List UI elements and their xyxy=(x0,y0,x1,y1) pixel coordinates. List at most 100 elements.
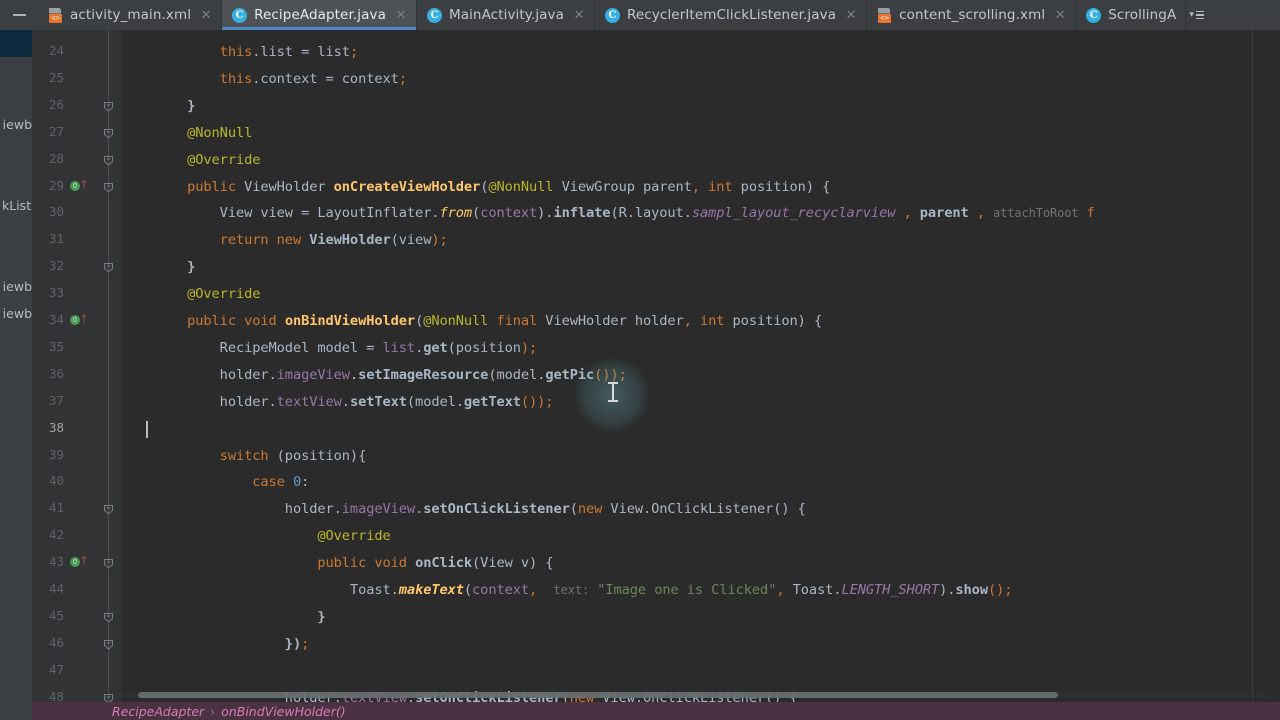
code-token: ViewHolder xyxy=(244,178,326,195)
code-token: new xyxy=(276,232,302,249)
code-fold-marker-41[interactable] xyxy=(102,503,115,516)
editor-tab-recipeadapter-java[interactable]: C RecipeAdapter.java ✕ xyxy=(222,0,417,30)
editor-tab-recycleritemclicklistener-java[interactable]: C RecyclerItemClickListener.java ✕ xyxy=(595,0,868,30)
collapse-panel-button[interactable] xyxy=(0,0,38,30)
line-number-47: 47 xyxy=(48,661,64,677)
tab-label: ScrollingA xyxy=(1108,7,1177,23)
code-token: ViewGroup parent xyxy=(553,178,692,195)
code-token: ; xyxy=(398,70,407,87)
code-fold-marker-32[interactable] xyxy=(102,261,115,274)
code-fold-marker-45[interactable] xyxy=(102,611,115,624)
code-token: }) xyxy=(122,635,302,652)
code-token: position xyxy=(724,313,798,329)
line-number-32: 32 xyxy=(48,258,64,274)
code-token: (position xyxy=(447,339,521,356)
tab-overflow-button[interactable]: ▾ xyxy=(1186,0,1209,30)
line-number-46: 46 xyxy=(48,634,64,650)
line-number-43: 43 xyxy=(48,554,64,570)
code-token: @Override xyxy=(187,151,261,168)
line-number-30: 30 xyxy=(48,204,64,220)
close-icon[interactable]: ✕ xyxy=(573,9,585,22)
tab-label: RecipeAdapter.java xyxy=(254,7,386,23)
code-token: @Override xyxy=(187,286,261,303)
code-fold-marker-43[interactable] xyxy=(102,557,115,570)
code-token: (R.layout. xyxy=(610,205,692,222)
code-line-33: @Override xyxy=(122,285,260,303)
code-token: f xyxy=(1078,205,1095,222)
code-token: getText xyxy=(463,393,521,410)
close-icon[interactable]: ✕ xyxy=(200,9,212,22)
editor-tab-activity-main-xml[interactable]: <> activity_main.xml ✕ xyxy=(38,0,223,30)
breadcrumb-class[interactable]: RecipeAdapter xyxy=(112,704,204,719)
code-token: attachToRoot xyxy=(993,206,1079,221)
editor-gutter[interactable]: 24 25 26 27 28 29 30 31 32 33 34 35 36 37 38 39 40 41 42 43… xyxy=(32,30,122,720)
close-icon[interactable]: ✕ xyxy=(845,9,857,22)
code-token: (model. xyxy=(406,393,464,410)
code-token: @NonNull xyxy=(187,124,253,141)
horizontal-scrollbar-thumb[interactable] xyxy=(138,692,1058,698)
editor-tab-content-scrolling-xml[interactable]: <> content_scrolling.xml ✕ xyxy=(867,0,1077,30)
code-token: list xyxy=(317,44,350,60)
code-token: ; xyxy=(301,635,310,652)
code-token: ); xyxy=(520,339,538,356)
error-marker-bar[interactable] xyxy=(1268,30,1280,720)
breadcrumb-method[interactable]: onBindViewHolder() xyxy=(221,704,345,719)
code-token: ()); xyxy=(520,393,554,410)
code-text-area[interactable]: this. list = list; this.context = context… xyxy=(122,30,1280,720)
code-token: Toast. xyxy=(784,582,842,598)
close-icon[interactable]: ✕ xyxy=(1054,9,1066,22)
code-token: . xyxy=(349,366,359,383)
code-fold-marker-27[interactable] xyxy=(102,127,115,140)
code-token: switch xyxy=(219,447,269,464)
close-icon[interactable]: ✕ xyxy=(395,9,407,22)
code-line-40: case 0: xyxy=(122,473,309,491)
right-margin-guide xyxy=(1252,30,1253,720)
override-marker-icon[interactable]: O ↑ xyxy=(70,179,89,193)
code-token: } xyxy=(122,608,326,625)
tab-label: content_scrolling.xml xyxy=(899,7,1046,23)
breadcrumb-separator: › xyxy=(210,703,216,719)
code-editor[interactable]: 24 25 26 27 28 29 30 31 32 33 34 35 36 37 38 39 40 41 42 43… xyxy=(32,30,1280,720)
breadcrumb[interactable]: RecipeAdapter › onBindViewHolder() xyxy=(32,702,1280,720)
code-token: = xyxy=(292,44,318,60)
code-token: new xyxy=(577,501,603,518)
code-token: void xyxy=(244,313,277,329)
editor-tab-scrollinga[interactable]: C ScrollingA xyxy=(1076,0,1187,30)
code-fold-marker-46[interactable] xyxy=(102,638,115,651)
line-number-41: 41 xyxy=(48,500,64,516)
line-number-45: 45 xyxy=(48,607,64,623)
code-token: parent xyxy=(919,205,969,222)
code-line-25: this.context = context; xyxy=(122,70,407,88)
code-token: (View v) { xyxy=(472,555,554,572)
line-number-38: 38 xyxy=(48,419,64,435)
code-token: ( xyxy=(472,205,481,222)
line-number-37: 37 xyxy=(48,392,64,408)
code-token: ) { xyxy=(797,313,823,329)
code-fold-marker-26[interactable] xyxy=(102,100,115,113)
editor-tab-mainactivity-java[interactable]: C MainActivity.java ✕ xyxy=(417,0,596,30)
code-token: "Image one is Clicked" xyxy=(597,582,777,598)
code-token: setText xyxy=(349,393,407,410)
code-fold-marker-29[interactable] xyxy=(102,181,115,194)
code-token: } xyxy=(122,97,196,114)
code-token: ( xyxy=(569,501,578,518)
override-marker-icon[interactable]: O ↑ xyxy=(70,313,89,327)
code-token: context xyxy=(260,70,318,87)
java-class-icon: C xyxy=(605,7,621,23)
code-token: this xyxy=(219,44,253,60)
code-token: list xyxy=(260,44,293,60)
code-token: makeText xyxy=(398,582,464,598)
override-marker-icon[interactable]: O ↑ xyxy=(70,555,89,569)
code-token: imageView xyxy=(341,501,416,518)
code-line-39: switch (position){ xyxy=(122,447,367,465)
code-token: View view = LayoutInflater. xyxy=(122,205,440,222)
code-token: getPic xyxy=(545,366,595,383)
code-fold-marker-28[interactable] xyxy=(102,154,115,167)
